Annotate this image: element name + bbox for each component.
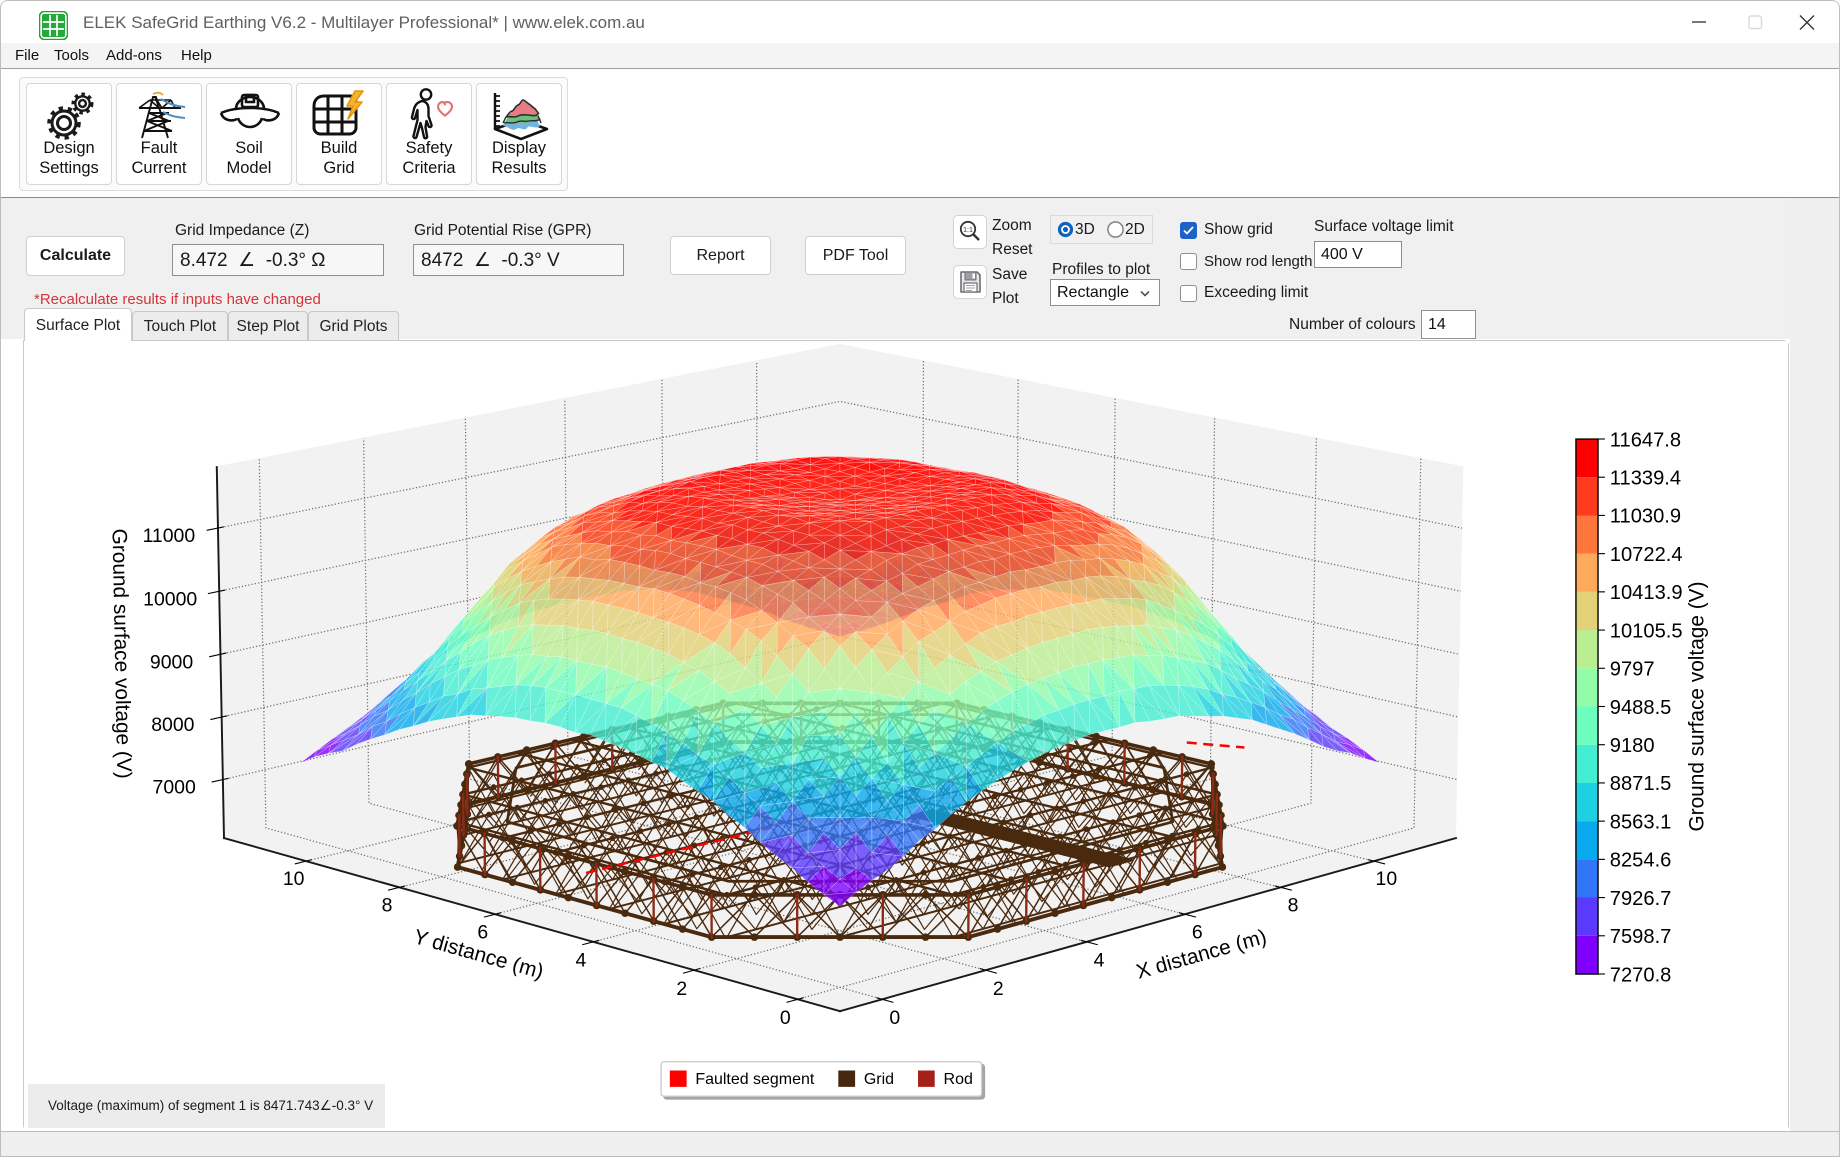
svg-text:10: 10: [1376, 868, 1398, 890]
svg-text:6: 6: [477, 922, 488, 944]
svg-text:11647.8: 11647.8: [1610, 429, 1681, 451]
svg-text:11339.4: 11339.4: [1610, 468, 1681, 490]
svg-text:9488.5: 9488.5: [1610, 697, 1672, 719]
svg-text:8871.5: 8871.5: [1610, 773, 1672, 795]
svg-text:0: 0: [889, 1007, 900, 1029]
svg-text:Ground surface voltage (V): Ground surface voltage (V): [108, 528, 136, 778]
svg-text:2: 2: [993, 978, 1004, 1000]
svg-text:10105.5: 10105.5: [1610, 620, 1683, 642]
svg-text:2: 2: [676, 978, 687, 1000]
svg-text:7000: 7000: [153, 777, 196, 799]
svg-text:Rod: Rod: [944, 1071, 973, 1088]
svg-text:4: 4: [1094, 949, 1105, 971]
svg-text:11030.9: 11030.9: [1610, 506, 1681, 528]
svg-text:8563.1: 8563.1: [1610, 811, 1672, 833]
svg-text:8000: 8000: [151, 714, 194, 736]
svg-text:7270.8: 7270.8: [1610, 964, 1672, 986]
svg-text:1:1: 1:1: [963, 227, 973, 234]
svg-text:9000: 9000: [150, 651, 193, 673]
svg-text:9180: 9180: [1610, 735, 1655, 757]
svg-text:8: 8: [382, 895, 393, 917]
svg-text:8254.6: 8254.6: [1610, 850, 1672, 872]
svg-text:11000: 11000: [143, 525, 196, 547]
svg-text:7598.7: 7598.7: [1610, 926, 1672, 948]
svg-text:6: 6: [1192, 922, 1203, 944]
svg-text:Grid: Grid: [864, 1071, 894, 1088]
svg-text:10722.4: 10722.4: [1610, 544, 1683, 566]
svg-text:7926.7: 7926.7: [1610, 888, 1672, 910]
svg-text:Faulted segment: Faulted segment: [695, 1071, 815, 1088]
svg-text:Ground surface voltage (V): Ground surface voltage (V): [1685, 581, 1708, 831]
svg-text:8: 8: [1288, 895, 1299, 917]
svg-text:10000: 10000: [143, 588, 197, 610]
svg-text:10413.9: 10413.9: [1610, 582, 1683, 604]
svg-text:10: 10: [283, 868, 305, 890]
svg-text:4: 4: [576, 949, 587, 971]
svg-text:9797: 9797: [1610, 659, 1655, 681]
svg-text:0: 0: [780, 1007, 791, 1029]
